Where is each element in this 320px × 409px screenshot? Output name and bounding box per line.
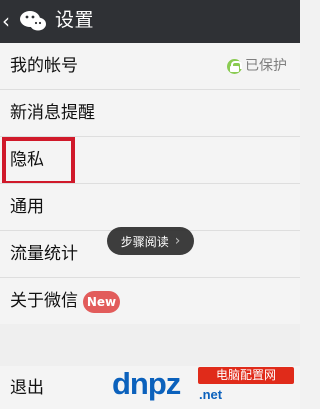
chevron-right-icon: ›: [174, 233, 181, 249]
lock-icon: [227, 58, 242, 74]
menu-item-label: 我的帐号: [10, 56, 78, 76]
account-protection-status: 已保护: [227, 57, 287, 75]
menu-item-new-message-notification[interactable]: 新消息提醒: [0, 90, 300, 136]
settings-screen: ‹ 设置 我的帐号 已保护 新消息提醒 隐私 通用 流量统计 关于微信 New …: [0, 0, 300, 409]
menu-item-label: 关于微信: [10, 291, 78, 311]
back-button[interactable]: ‹: [2, 9, 10, 33]
new-badge: New: [83, 291, 120, 313]
step-reading-toast[interactable]: 步骤阅读 ›: [107, 227, 194, 255]
toast-text: 步骤阅读: [120, 234, 169, 249]
menu-item-label: 新消息提醒: [10, 103, 95, 123]
menu-item-general[interactable]: 通用: [0, 184, 300, 230]
wechat-bubbles-icon: [20, 11, 46, 31]
top-bar: ‹ 设置: [0, 0, 300, 43]
menu-item-label: 通用: [10, 197, 44, 217]
privacy-highlight-box: [2, 137, 75, 185]
status-text: 已保护: [245, 58, 287, 74]
menu-item-logout[interactable]: 退出: [0, 366, 300, 409]
menu-item-about-wechat[interactable]: 关于微信: [0, 278, 300, 324]
page-title: 设置: [55, 9, 95, 31]
menu-item-label: 退出: [10, 378, 44, 398]
section-gap: [0, 324, 300, 366]
menu-item-label: 流量统计: [10, 244, 78, 264]
menu-item-my-account[interactable]: 我的帐号 已保护: [0, 43, 300, 89]
